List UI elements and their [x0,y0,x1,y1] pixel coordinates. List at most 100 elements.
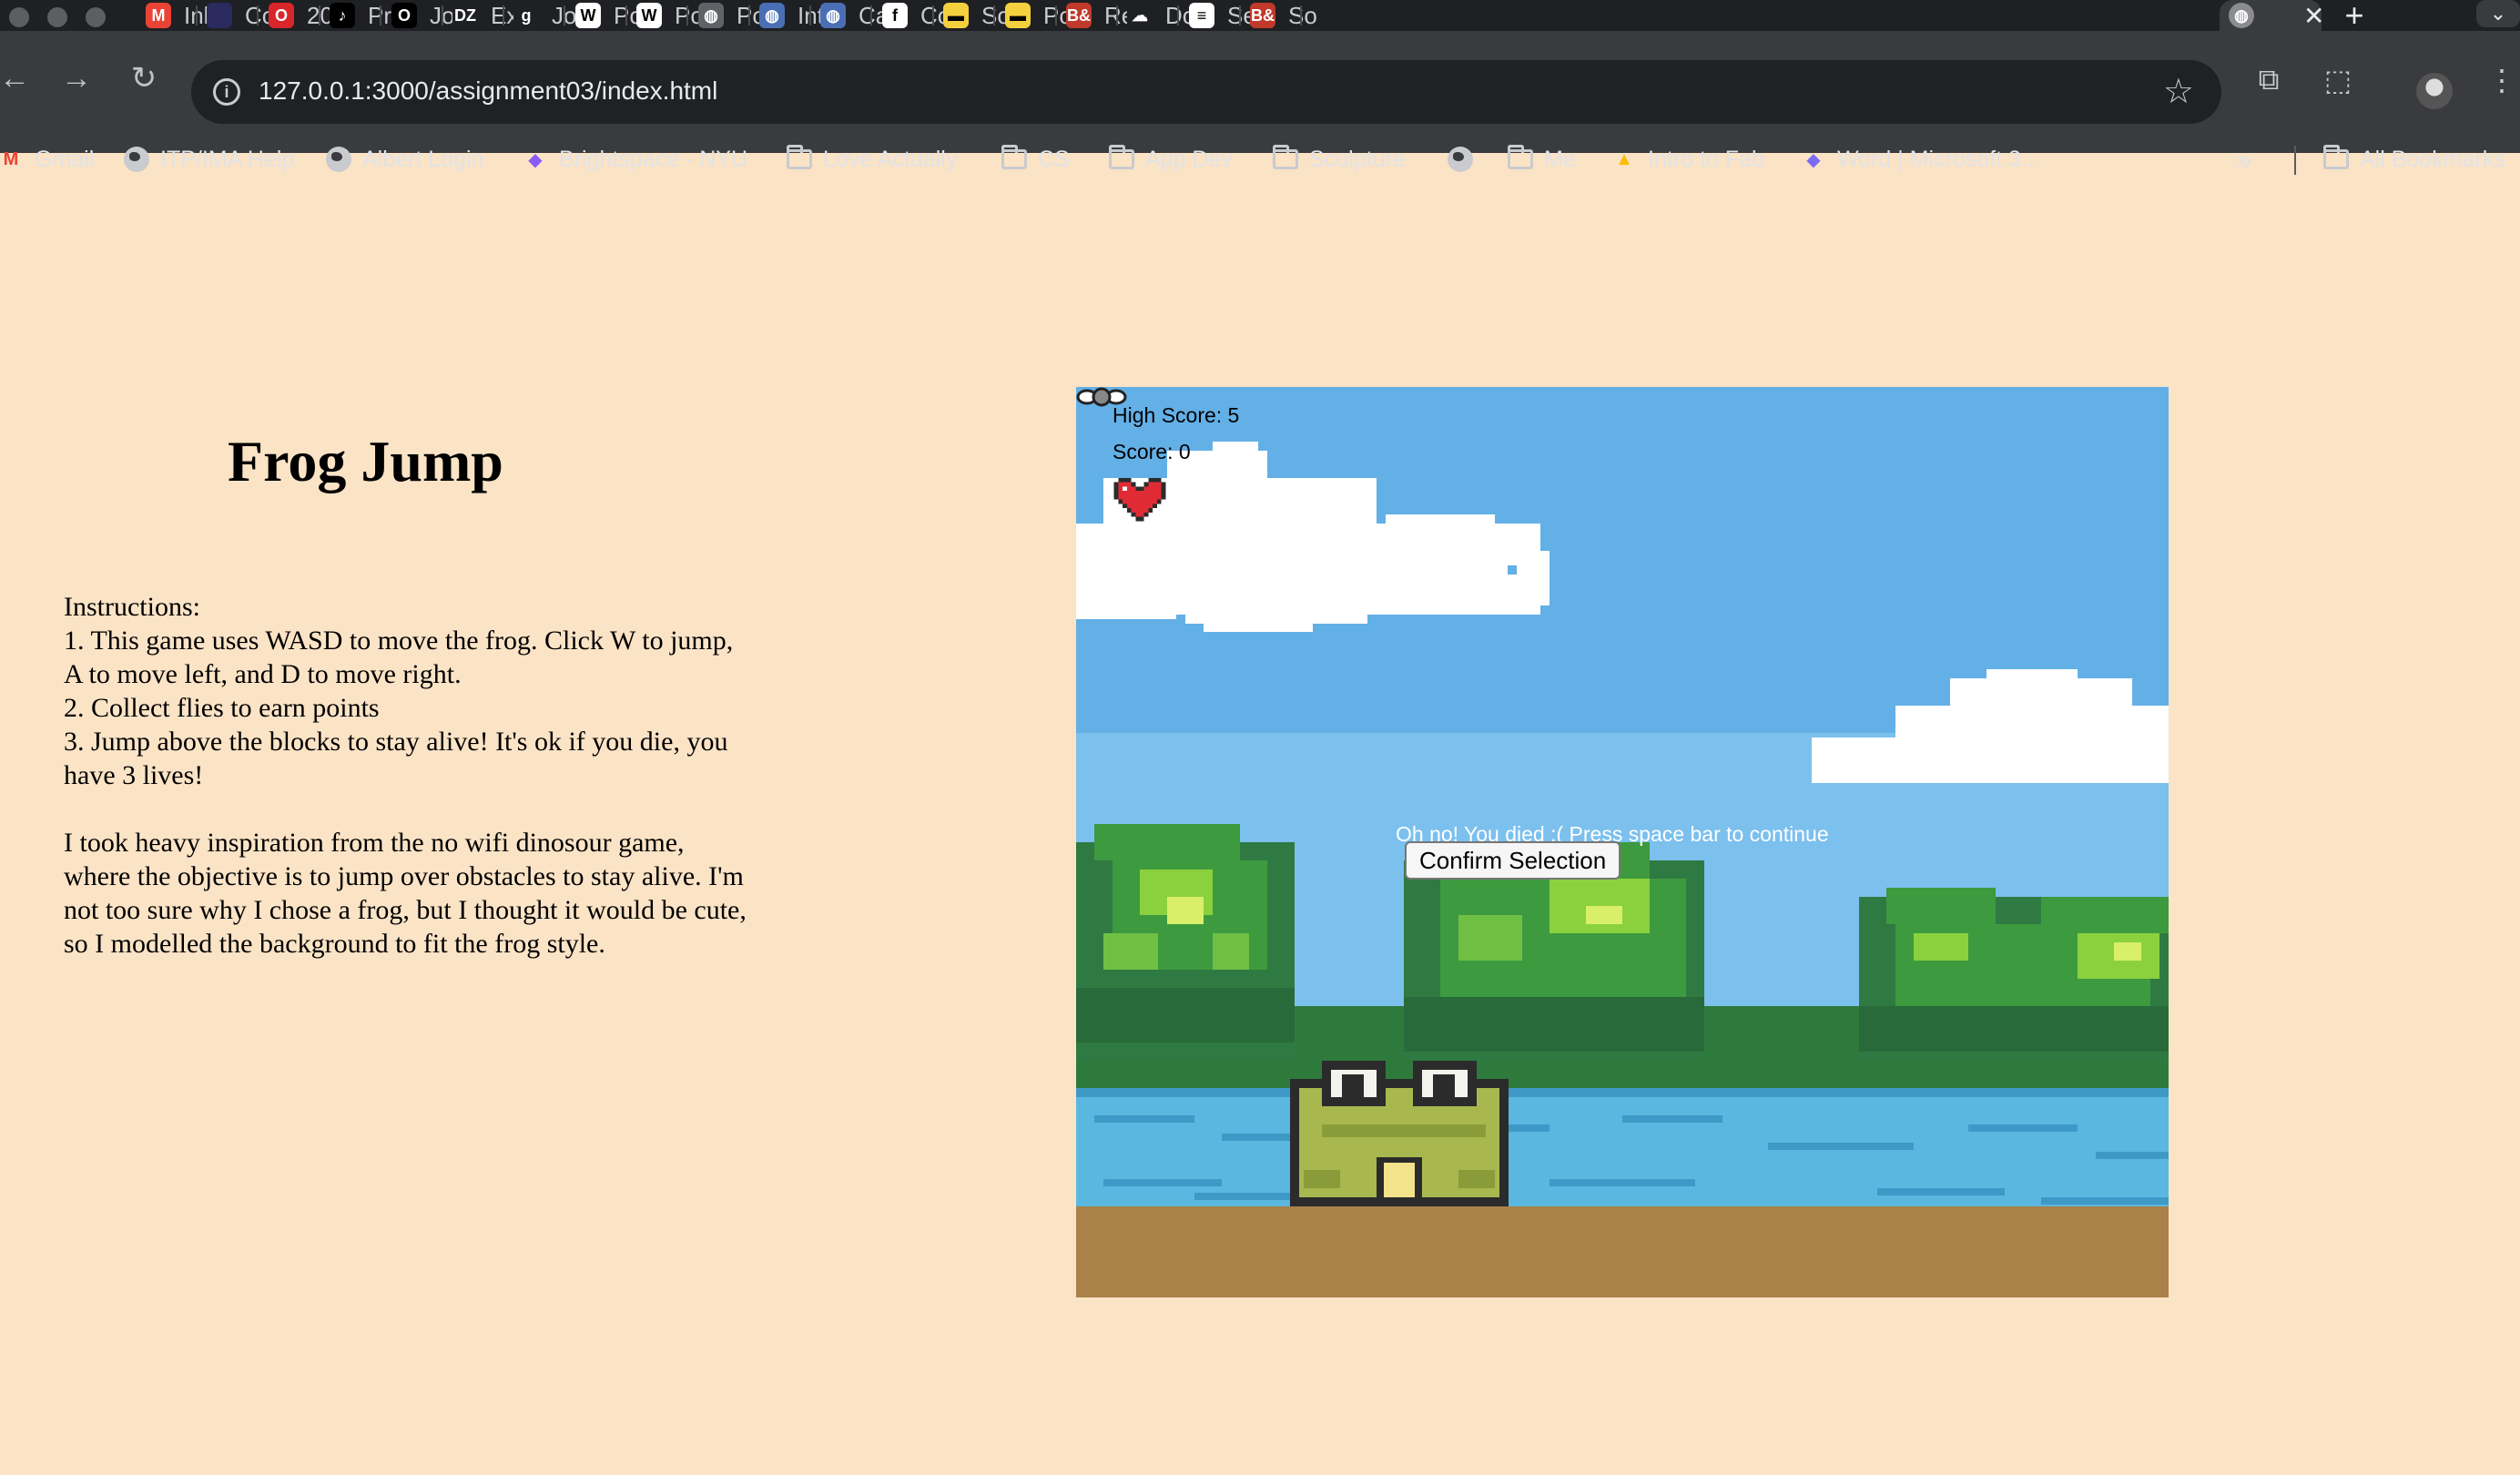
bookmark-item[interactable]: ▲ Intro to Fab [1611,137,1764,182]
bookmark-item[interactable]: CS [1001,137,1070,182]
tab-separator [564,5,565,25]
fly-sprite [1076,387,1127,407]
tab-favicon-icon: f [882,3,908,28]
site-info-icon[interactable]: i [213,78,240,106]
globe-icon [326,147,351,172]
forward-button[interactable]: → [56,58,97,98]
address-url[interactable]: 127.0.0.1:3000/assignment03/index.html [259,76,717,106]
bookmarks-overflow-button[interactable]: » [2236,137,2252,182]
instruction-line: not too sure why I chose a frog, but I t… [64,895,747,925]
tab-item[interactable]: ♪Pr [320,0,391,31]
back-button[interactable]: ← [0,58,35,98]
tab-item[interactable]: ▬ Po [996,0,1072,31]
tab-label: So [1288,1,1317,29]
tab-item[interactable]: DZ Ex [443,0,518,31]
bookmark-label: Me [1544,146,1576,172]
confirm-selection-button[interactable]: Confirm Selection [1405,841,1621,880]
tab-item[interactable]: O20 [259,0,333,31]
bookmark-label: CS [1038,146,1070,172]
tab-separator [1300,5,1302,25]
address-bar[interactable]: i 127.0.0.1:3000/assignment03/index.html… [191,60,2221,124]
folder-icon [1273,145,1298,172]
bookmark-item[interactable] [1448,137,1473,182]
bookmark-item[interactable]: App Dev [1109,137,1233,182]
instruction-line: 1. This game uses WASD to move the frog.… [64,626,734,656]
instruction-line: where the objective is to jump over obst… [64,861,744,891]
menu-kebab-icon[interactable]: ⋮ [2482,60,2520,100]
tab-favicon-icon: W [636,3,662,28]
bookmark-item[interactable]: Me [1508,137,1576,182]
extensions-puzzle-icon[interactable]: ⧉ [2249,60,2289,100]
tab-favicon-icon: B& [1066,3,1092,28]
tab-search-button[interactable]: ⌄ [2476,0,2520,27]
ground [1076,1206,2169,1297]
drive-icon: ▲ [1615,148,1633,169]
tab-active[interactable]: ◍ ✕ [2220,0,2324,31]
window-minimize-control[interactable] [47,7,67,27]
close-tab-icon[interactable]: ✕ [2303,1,2324,31]
bookmark-label: Love Actually [823,146,958,172]
tab-favicon-icon: O [269,3,294,28]
tab-item[interactable]: MInl [137,0,208,31]
bookmark-label: Gmail [35,146,95,172]
tab-separator [257,5,259,25]
tab-favicon-icon: W [575,3,601,28]
tab-item[interactable]: W Po [566,0,643,31]
instruction-line: 3. Jump above the blocks to stay alive! … [64,727,728,757]
tab-item[interactable]: ◍ Ca [811,0,889,31]
globe-icon [1448,147,1473,172]
tab-item[interactable]: ◍Int [750,0,824,31]
game-canvas[interactable]: High Score: 5 Score: 0 Oh no! You died :… [1076,387,2169,1297]
brightspace-icon: ◆ [528,149,543,170]
bookmark-item[interactable]: ◆ Brightspace - NYU [523,137,747,182]
instruction-line: A to move left, and D to move right. [64,659,462,689]
bookmark-label: Brightspace - NYU [559,146,748,172]
bookmark-label: Sculpture [1309,146,1406,172]
bookmark-item[interactable]: Love Actually [787,137,957,182]
bookmark-item[interactable]: M Gmail [0,137,95,182]
extensions-icon[interactable]: ⬚ [2318,60,2358,100]
window-zoom-control[interactable] [86,7,106,27]
tab-item[interactable]: ≡ Se [1180,0,1256,31]
tab-item[interactable]: Co [198,0,275,31]
tab-item[interactable]: W Po [627,0,704,31]
tab-item[interactable]: B& Re [1057,0,1134,31]
instructions: Instructions: 1. This game uses WASD to m… [64,590,810,961]
tab-favicon-icon: ◍ [698,3,724,28]
profile-avatar[interactable] [2416,73,2453,109]
tab-item[interactable]: ▬ So [934,0,1011,31]
bookmark-item[interactable]: Albert Login [326,137,483,182]
page-title: Frog Jump [228,429,503,493]
tab-item[interactable]: f Co [873,0,950,31]
instruction-line: so I modelled the background to fit the … [64,929,605,959]
tab-favicon-icon: ≡ [1189,3,1214,28]
tab-favicon-icon: ▬ [1005,3,1031,28]
tab-strip: MInlCoO20♪PrOJoDZExgJoWPoWPo◍Po◍Int◍CafC… [0,0,2520,34]
bookmarks-bar: » All Bookmarks M Gmail ITP/IMA Help Albert… [0,137,2520,182]
browser-toolbar: ← → ↻ i 127.0.0.1:3000/assignment03/inde… [0,31,2520,176]
window-close-control[interactable] [9,7,29,27]
new-tab-button[interactable]: + [2336,0,2373,34]
tab-separator [870,5,872,25]
tab-item[interactable]: OJo [382,0,454,31]
all-bookmarks-button[interactable]: All Bookmarks [2323,137,2505,182]
reload-button[interactable]: ↻ [124,58,164,98]
bookmark-label: Intro to Fab [1648,146,1764,172]
bookmark-item[interactable]: ◆ Word | Microsoft 3... [1801,137,2039,182]
bookmark-item[interactable]: ITP/IMA Help [124,137,294,182]
globe-icon [124,147,149,172]
tab-item[interactable]: ◍ Po [689,0,766,31]
bookmark-star-icon[interactable]: ☆ [2163,71,2194,112]
tab-item[interactable]: B& So [1241,0,1317,31]
tab-separator [380,5,381,25]
tab-item[interactable]: gJo [504,0,576,31]
tab-separator [993,5,995,25]
tab-item[interactable]: ☁ Do [1118,0,1195,31]
instruction-line: have 3 lives! [64,760,204,790]
bookmark-label: App Dev [1145,146,1233,172]
tab-separator [1177,5,1179,25]
score: Score: 0 [1113,440,1191,463]
bookmark-label: ITP/IMA Help [160,146,295,172]
bookmark-item[interactable]: Sculpture [1273,137,1406,182]
cloud-gap [1508,565,1517,575]
